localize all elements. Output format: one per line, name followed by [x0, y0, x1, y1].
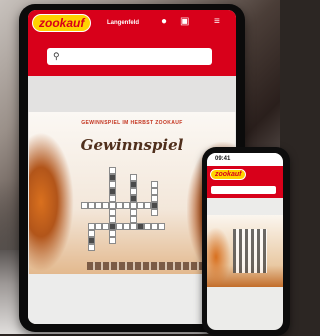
brand-logo[interactable]: zookauf	[32, 14, 92, 32]
search-icon: ⚲	[53, 51, 60, 61]
search-input[interactable]: ⚲	[47, 48, 212, 65]
phone-brand-logo[interactable]: zookauf	[210, 169, 247, 180]
status-bar: 09:41	[207, 153, 283, 166]
menu-icon[interactable]: ≡	[214, 17, 220, 27]
location-label[interactable]: Langenfeld	[107, 20, 139, 26]
phone-promo-banner[interactable]	[207, 215, 283, 287]
phone-autumn-leaves	[207, 227, 231, 287]
phone-device: 09:41 zookauf	[202, 147, 290, 336]
user-icon[interactable]: ●	[161, 17, 167, 27]
site-header: zookauf Langenfeld ● ▣ ≡ ⚲	[28, 10, 236, 76]
phone-screen: 09:41 zookauf	[207, 153, 283, 330]
content-spacer	[28, 76, 236, 112]
cart-icon[interactable]: ▣	[180, 17, 189, 27]
phone-crossword-grid	[233, 229, 267, 273]
promo-subtitle: GEWINNSPIEL IM HERBST ZOOKAUF	[81, 120, 183, 126]
status-time: 09:41	[215, 156, 231, 162]
phone-search-input[interactable]	[211, 186, 276, 194]
phone-site-header: zookauf	[207, 166, 283, 198]
solution-strip	[87, 262, 217, 270]
